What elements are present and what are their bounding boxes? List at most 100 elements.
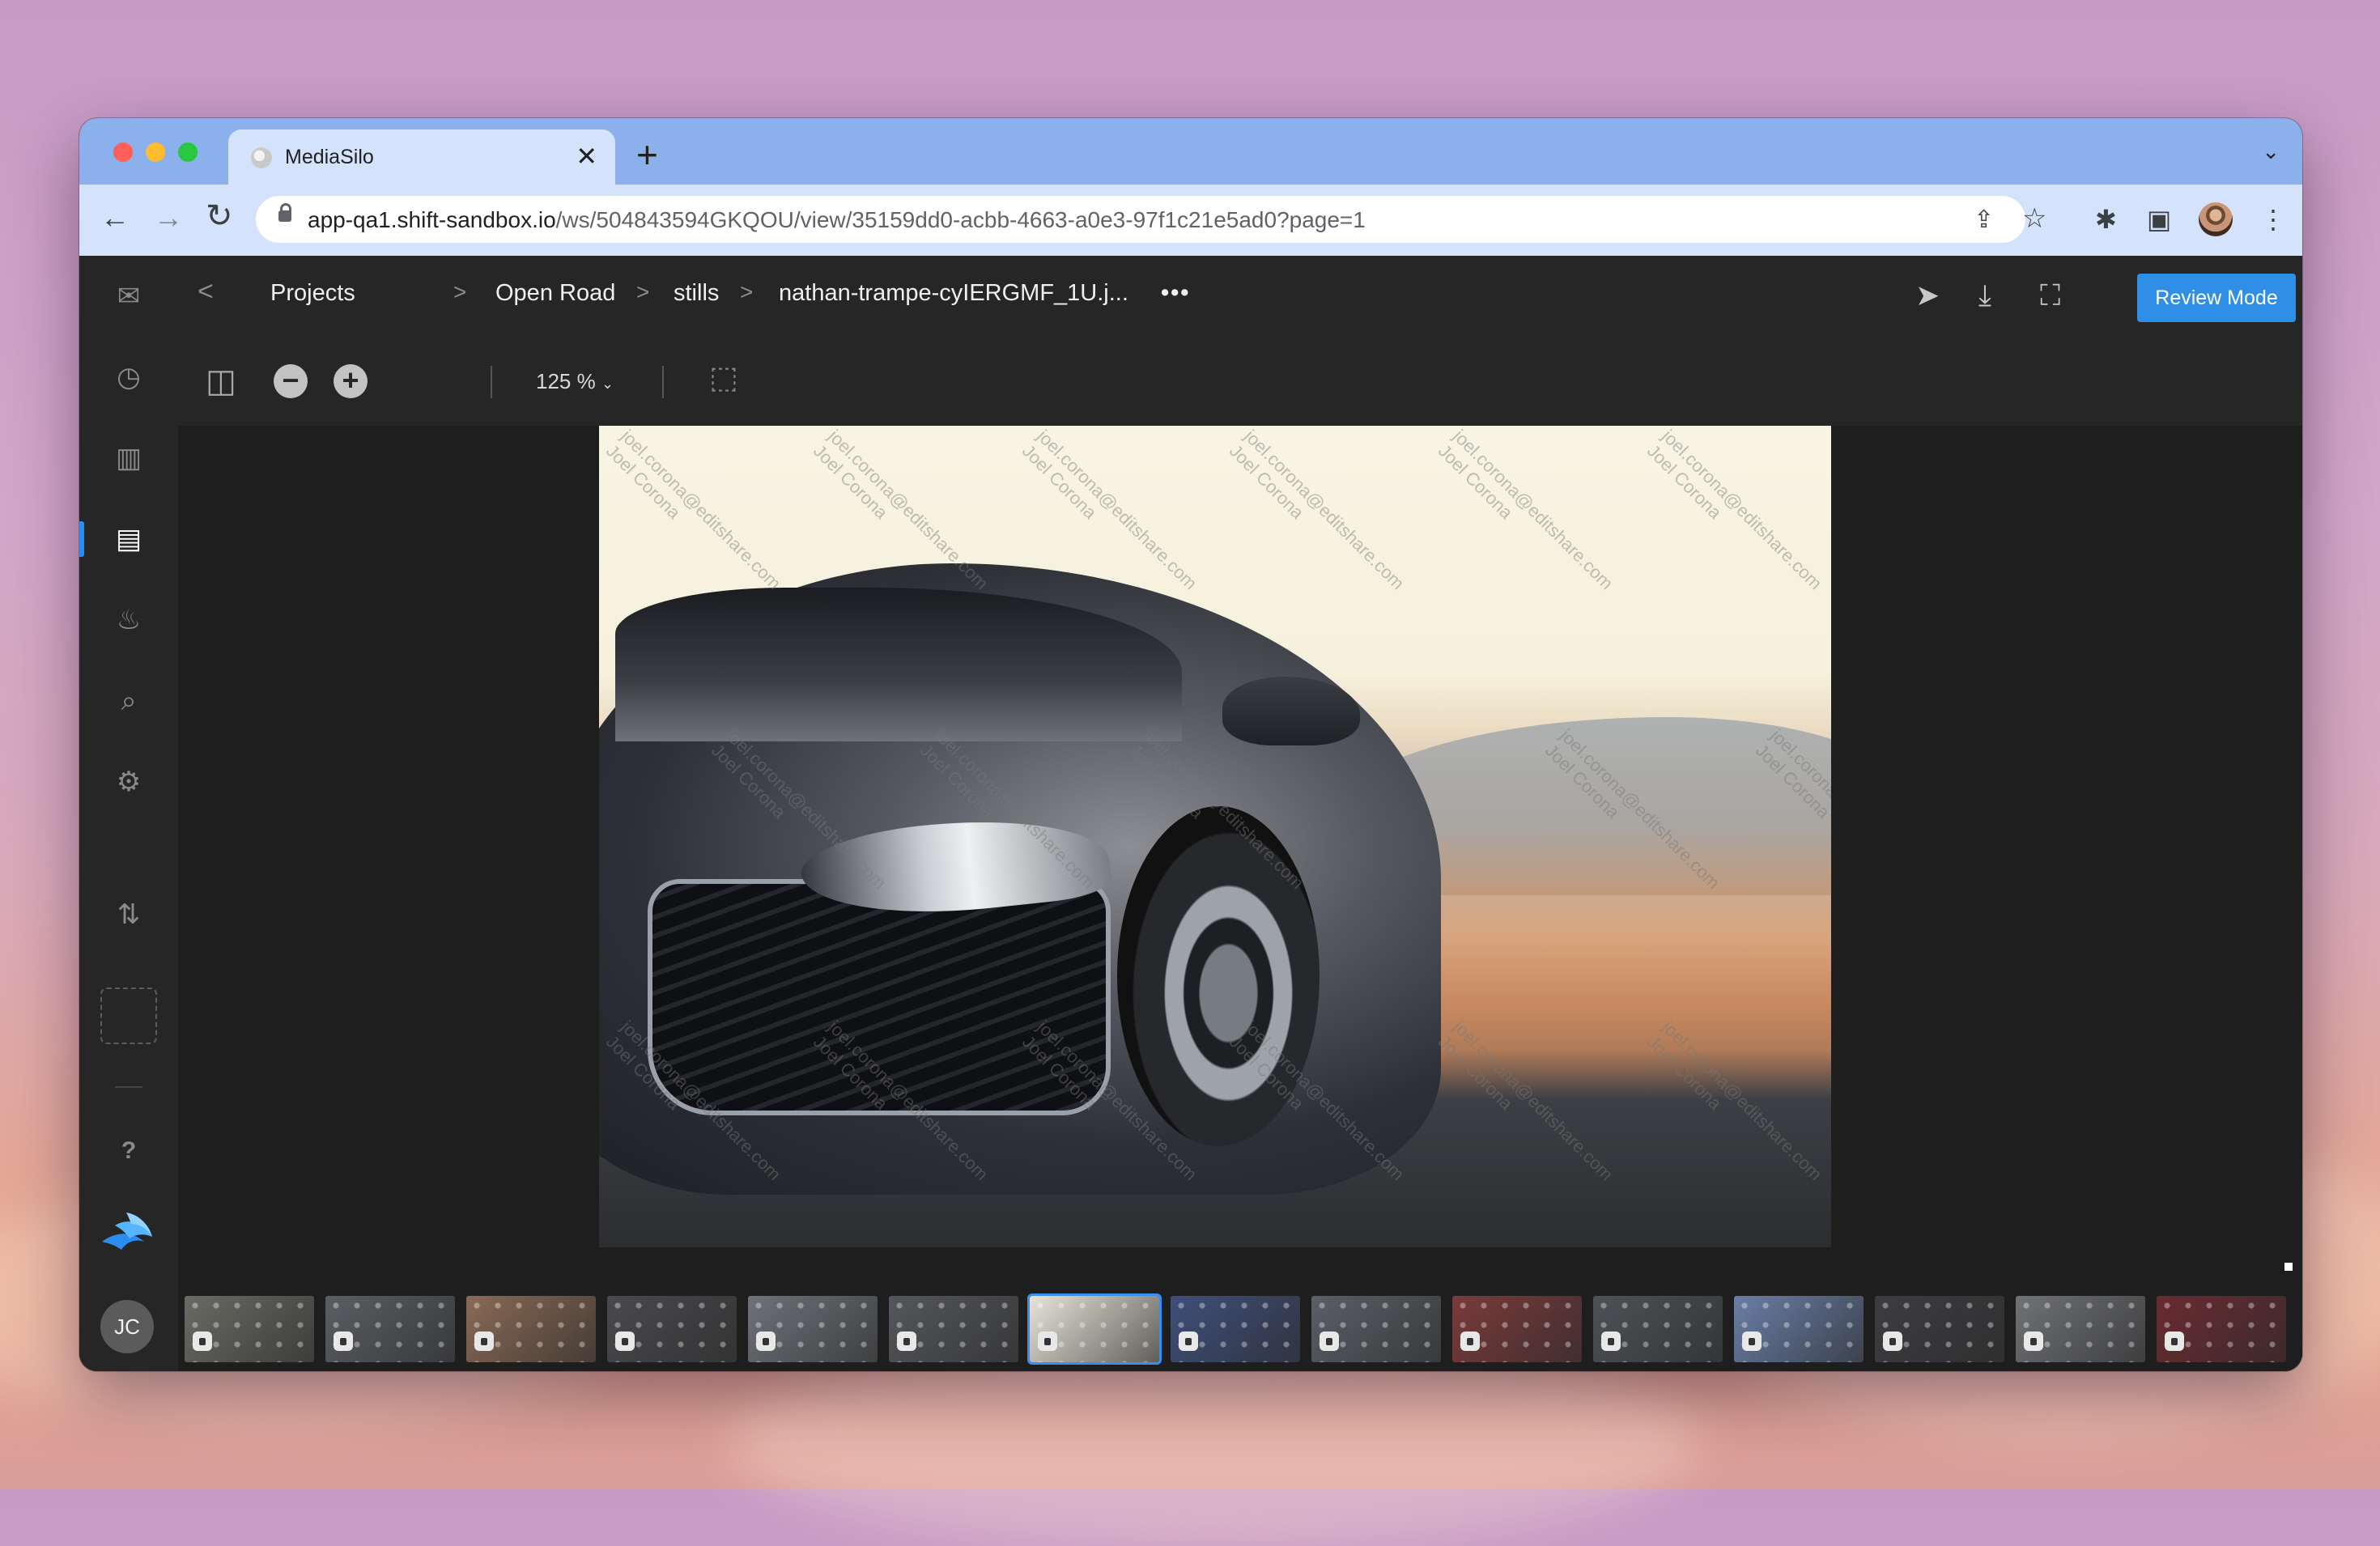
forward-icon[interactable]: → xyxy=(154,201,183,235)
more-options-icon[interactable]: ••• xyxy=(1161,280,1190,307)
filmstrip-thumbnail[interactable] xyxy=(1171,1296,1300,1362)
breadcrumb-stills[interactable]: stills xyxy=(674,280,719,307)
lock-icon xyxy=(1320,1332,1339,1351)
lock-icon xyxy=(2024,1332,2043,1351)
filmstrip-thumbnail[interactable] xyxy=(1593,1296,1723,1362)
filmstrip-thumbnail[interactable] xyxy=(1452,1296,1582,1362)
watermark-pattern xyxy=(1030,1296,1159,1362)
watermark-text: joel.corona@editshare.comJoel Corona xyxy=(1643,1017,1826,1185)
watermark-text: joel.corona@editshare.comJoel Corona xyxy=(1643,426,1826,594)
zoom-out-button[interactable]: − xyxy=(274,364,308,398)
preview-image[interactable]: joel.corona@editshare.com Joel Corona joe… xyxy=(599,426,1831,1247)
watermark-pattern xyxy=(466,1296,596,1362)
filmstrip-thumbnail[interactable] xyxy=(2157,1296,2286,1362)
tab-title: MediaSilo xyxy=(285,146,374,168)
address-bar[interactable]: app-qa1.shift-sandbox.io/ws/504843594GKQ… xyxy=(256,196,2046,243)
breadcrumb-open-road[interactable]: Open Road xyxy=(495,280,615,307)
mediasilo-logo-icon xyxy=(102,1213,152,1250)
breadcrumb-projects[interactable]: Projects xyxy=(270,280,355,307)
filmstrip-thumbnail[interactable] xyxy=(1311,1296,1441,1362)
viewer-toolbar: ◫ − + 125 % ⌄ ⬚ xyxy=(178,337,2302,426)
watermark-pattern xyxy=(1311,1296,1441,1362)
back-icon[interactable]: ← xyxy=(100,201,130,235)
viewer-header: < Projects > Open Road > stills > nathan… xyxy=(178,256,2302,338)
send-icon[interactable]: ➤ xyxy=(1915,278,1940,312)
share-icon[interactable]: ⇪ xyxy=(1974,206,1994,234)
close-window-button[interactable] xyxy=(113,142,133,162)
filmstrip-thumbnail[interactable] xyxy=(466,1296,596,1362)
watermark-text: joel.corona@editshare.comJoel Corona xyxy=(1434,426,1617,594)
side-panel-icon[interactable]: ▣ xyxy=(2147,204,2171,235)
recent-icon[interactable]: ◷ xyxy=(113,361,145,393)
watermark-text: joel.corona@editshare.comJoel Corona xyxy=(601,426,785,594)
lock-icon[interactable] xyxy=(278,203,291,222)
filmstrip-thumbnail[interactable] xyxy=(889,1296,1018,1362)
bookmark-star-icon[interactable]: ☆ xyxy=(2022,202,2046,235)
watermark-pattern xyxy=(1734,1296,1864,1362)
filmstrip-thumbnail[interactable] xyxy=(325,1296,455,1362)
mediasilo-app: ✉ ◷ ▥ ▤ ♨ ⌕ ⚙ ⇅ ? JC < Projects > Open R… xyxy=(79,256,2302,1371)
lock-icon xyxy=(1179,1332,1198,1351)
image-viewer-canvas[interactable]: joel.corona@editshare.com Joel Corona joe… xyxy=(178,426,2302,1288)
analytics-icon[interactable]: ▥ xyxy=(113,442,145,474)
tab-mediasilo[interactable]: MediaSilo ✕ xyxy=(228,130,615,185)
filmstrip-thumbnail[interactable] xyxy=(607,1296,737,1362)
lock-icon xyxy=(756,1332,776,1351)
lock-icon xyxy=(474,1332,494,1351)
watermark-pattern xyxy=(1593,1296,1723,1362)
profile-avatar[interactable] xyxy=(2199,202,2233,236)
search-icon[interactable]: ⌕ xyxy=(113,685,145,717)
breadcrumb-separator: > xyxy=(740,279,754,304)
new-tab-button[interactable]: + xyxy=(636,133,658,176)
watermark-pattern xyxy=(607,1296,737,1362)
projects-icon[interactable]: ▤ xyxy=(113,523,145,555)
zoom-level-dropdown[interactable]: 125 % ⌄ xyxy=(536,369,614,394)
extensions-icon[interactable]: ✱ xyxy=(2095,204,2117,235)
tab-search-icon[interactable]: ⌄ xyxy=(2262,139,2280,164)
chevron-down-icon: ⌄ xyxy=(601,376,614,392)
back-chevron-icon[interactable]: < xyxy=(198,276,214,308)
lock-icon xyxy=(334,1332,353,1351)
url-text: app-qa1.shift-sandbox.io/ws/504843594GKQ… xyxy=(308,207,1366,232)
inbox-icon[interactable]: ✉ xyxy=(113,280,145,312)
user-avatar[interactable]: JC xyxy=(100,1300,154,1353)
minimize-window-button[interactable] xyxy=(146,142,165,162)
watermark-pattern xyxy=(1452,1296,1582,1362)
left-navigation: ✉ ◷ ▥ ▤ ♨ ⌕ ⚙ ⇅ ? JC xyxy=(79,256,178,1371)
zoom-in-button[interactable]: + xyxy=(334,364,368,398)
browser-toolbar: ← → ↻ app-qa1.shift-sandbox.io/ws/504843… xyxy=(79,185,2302,257)
review-mode-button[interactable]: Review Mode xyxy=(2137,274,2296,322)
filmstrip-thumbnail[interactable] xyxy=(1875,1296,2004,1362)
transfer-icon[interactable]: ⇅ xyxy=(113,898,145,931)
drop-zone[interactable] xyxy=(100,987,157,1044)
breadcrumb-current-file: nathan-trampe-cyIERGMF_1U.j... xyxy=(779,280,1128,306)
download-icon[interactable]: ⤓ xyxy=(1978,278,1991,313)
sidebar-toggle-icon[interactable]: ◫ xyxy=(206,363,236,400)
nav-active-indicator xyxy=(79,521,84,557)
help-icon[interactable]: ? xyxy=(113,1135,145,1167)
filmstrip-thumbnail[interactable] xyxy=(1734,1296,1864,1362)
watermark-pattern xyxy=(2157,1296,2286,1362)
filmstrip-thumbnail[interactable] xyxy=(185,1296,314,1362)
resize-handle[interactable] xyxy=(2284,1263,2293,1271)
lock-icon xyxy=(1460,1332,1480,1351)
region-select-icon[interactable]: ⬚ xyxy=(709,359,738,396)
gear-icon[interactable]: ⚙ xyxy=(113,766,145,798)
reload-icon[interactable]: ↻ xyxy=(206,197,233,235)
watermark-pattern xyxy=(1875,1296,2004,1362)
filmstrip-thumbnail[interactable] xyxy=(2016,1296,2145,1362)
lock-icon xyxy=(615,1332,635,1351)
maximize-window-button[interactable] xyxy=(178,142,198,162)
tab-close-icon[interactable]: ✕ xyxy=(576,141,597,172)
filmstrip-thumbnail[interactable] xyxy=(1027,1293,1162,1365)
breadcrumb-separator: > xyxy=(453,279,467,304)
lock-icon xyxy=(1883,1332,1902,1351)
watermark-text: joel.corona@editshare.comJoel Corona xyxy=(1434,1017,1617,1185)
fullscreen-icon[interactable]: ⛶ xyxy=(2040,278,2060,313)
browser-menu-icon[interactable]: ⋮ xyxy=(2260,204,2286,235)
filmstrip xyxy=(178,1288,2302,1371)
filmstrip-thumbnail[interactable] xyxy=(748,1296,878,1362)
trending-icon[interactable]: ♨ xyxy=(113,604,145,636)
watermark-pattern xyxy=(325,1296,455,1362)
watermark-pattern xyxy=(2016,1296,2145,1362)
